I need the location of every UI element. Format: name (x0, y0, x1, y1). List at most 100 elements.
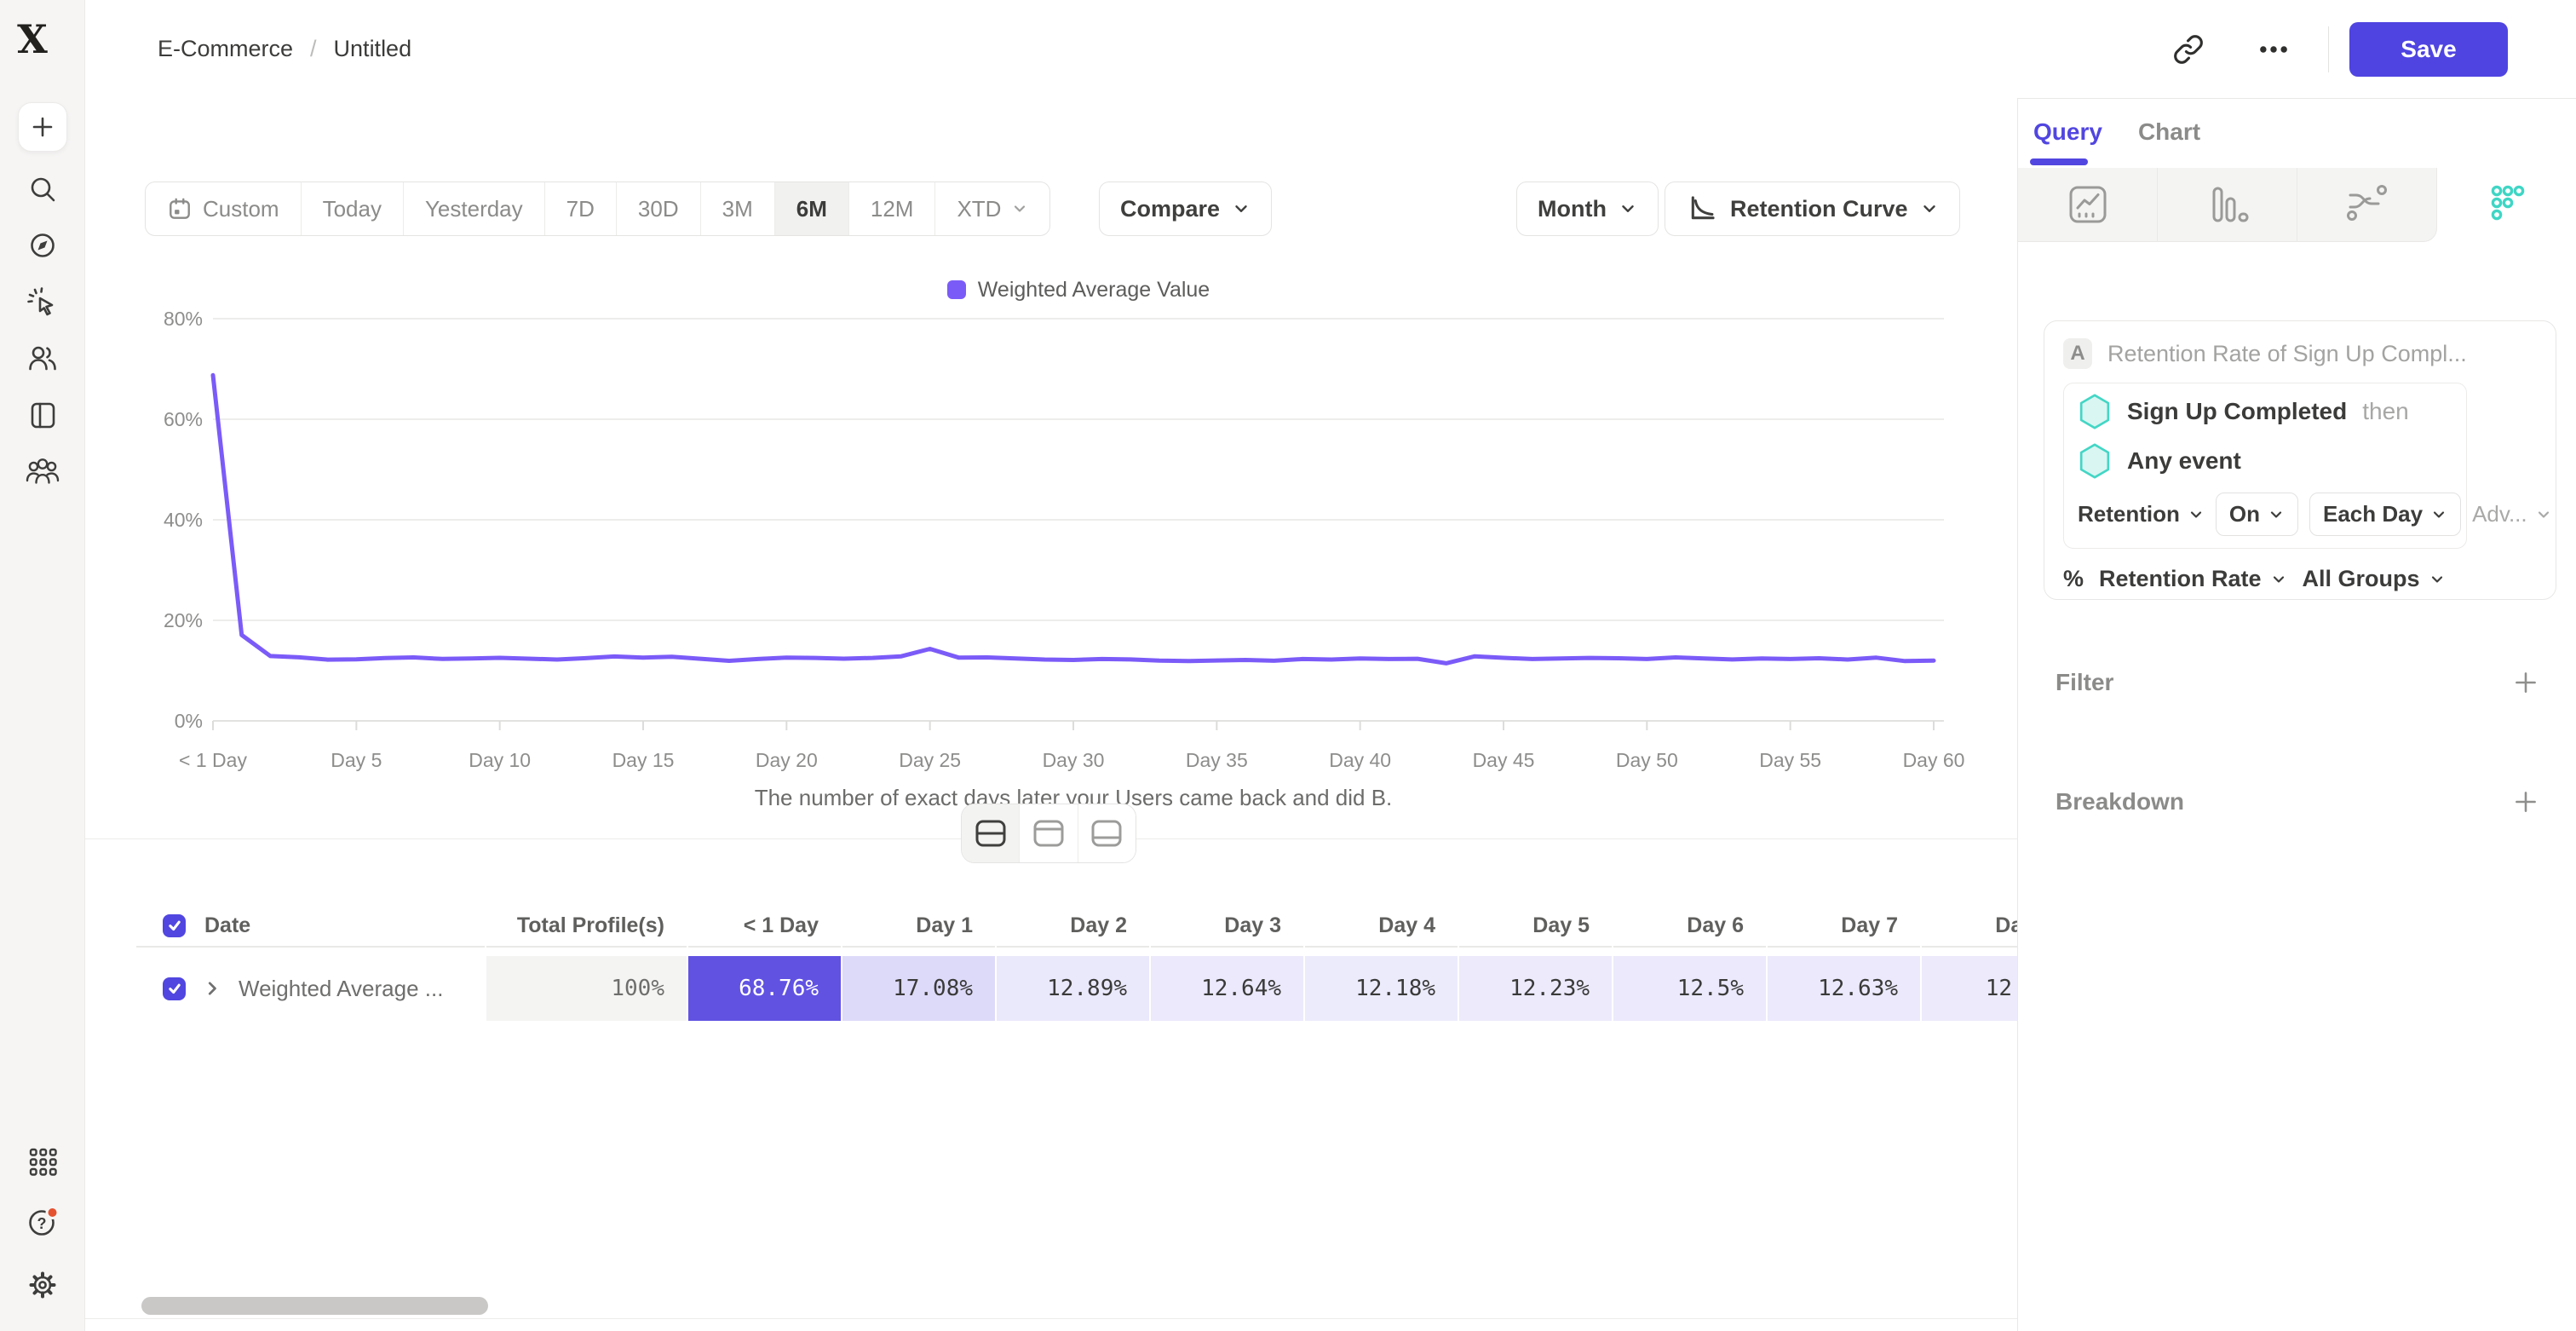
table-header-day-2[interactable]: Day 2 (997, 905, 1149, 948)
users-icon[interactable] (24, 339, 61, 377)
table-value-cell: 12.63% (1768, 956, 1920, 1021)
birth-event-row[interactable]: Sign Up Completed then (2078, 387, 2452, 436)
add-filter-button[interactable] (2511, 668, 2540, 697)
report-tab-funnels[interactable] (2158, 168, 2297, 242)
tab-chart[interactable]: Chart (2138, 118, 2200, 146)
row-checkbox[interactable] (163, 914, 186, 937)
query-title-input[interactable]: Retention Rate of Sign Up Compl... (2107, 341, 2467, 367)
horizontal-scrollbar[interactable] (141, 1297, 488, 1315)
funnels-icon (2200, 177, 2255, 232)
report-tab-retention[interactable] (2437, 168, 2576, 242)
help-icon[interactable]: ? (24, 1203, 61, 1241)
save-button[interactable]: Save (2349, 22, 2508, 77)
compare-button[interactable]: Compare (1099, 182, 1272, 236)
metric-prefix: % (2063, 566, 2084, 592)
advanced-dropdown[interactable]: Adv... (2472, 501, 2552, 527)
table-header--1-day[interactable]: < 1 Day (688, 905, 841, 948)
x-axis-tick-label: Day 30 (1043, 749, 1105, 771)
x-axis-tick-label: Day 10 (469, 749, 531, 771)
retention-type-dropdown[interactable]: Retention (2078, 501, 2205, 527)
retention-table: DateTotal Profile(s)< 1 DayDay 1Day 2Day… (136, 905, 2017, 1021)
view-toggle-chart-only[interactable] (1020, 804, 1078, 862)
table-header-total-profile-s-[interactable]: Total Profile(s) (486, 905, 687, 948)
range-button-7d[interactable]: 7D (545, 182, 617, 235)
row-expander-icon[interactable] (203, 979, 221, 998)
settings-icon[interactable] (24, 1266, 61, 1304)
tab-query[interactable]: Query (2033, 118, 2102, 146)
topbar-divider (2328, 26, 2329, 72)
y-axis-tick-label: 20% (164, 609, 203, 631)
table-value-cell: 12.89% (997, 956, 1149, 1021)
add-breakdown-button[interactable] (2511, 787, 2540, 816)
svg-text:?: ? (37, 1215, 47, 1232)
metric-dropdown[interactable]: Retention Rate (2099, 566, 2287, 592)
range-button-3m[interactable]: 3M (701, 182, 775, 235)
compass-icon[interactable] (24, 227, 61, 264)
left-sidebar: X ? (0, 0, 85, 1331)
report-tab-flows[interactable] (2297, 168, 2437, 242)
query-badge: A (2063, 338, 2092, 369)
board-icon[interactable] (24, 396, 61, 434)
table-header-day-1[interactable]: Day 1 (842, 905, 995, 948)
table-header-date[interactable]: Date (136, 905, 485, 948)
interval-dropdown[interactable]: Each Day (2309, 493, 2461, 536)
plus-button[interactable] (18, 102, 67, 152)
event-hexagon-icon (2078, 393, 2112, 430)
cohorts-icon[interactable] (24, 452, 61, 490)
main-content: CustomTodayYesterday7D30D3M6M12MXTD Comp… (85, 98, 2017, 1331)
table-header-day-4[interactable]: Day 4 (1305, 905, 1458, 948)
calendar-icon (167, 196, 193, 222)
chart-legend[interactable]: Weighted Average Value (213, 275, 1944, 304)
cursor-click-icon[interactable] (24, 284, 61, 321)
retention-line-chart: 0%20%40%60%80%< 1 DayDay 5Day 10Day 15Da… (85, 307, 2017, 827)
table-value-cell: 12.5% (1613, 956, 1766, 1021)
range-button-6m[interactable]: 6M (775, 182, 849, 235)
y-axis-tick-label: 60% (164, 408, 203, 430)
filter-section-label: Filter (2056, 669, 2113, 696)
date-range-control: CustomTodayYesterday7D30D3M6M12MXTD (145, 182, 1050, 236)
range-button-12m[interactable]: 12M (849, 182, 936, 235)
x-axis-tick-label: Day 35 (1186, 749, 1248, 771)
table-only-icon (1091, 820, 1122, 847)
table-value-cell: 68.76% (688, 956, 841, 1021)
search-icon[interactable] (24, 170, 61, 208)
return-event-row[interactable]: Any event (2078, 436, 2452, 486)
row-checkbox[interactable] (163, 977, 186, 1000)
retention-report-app: X ? E-Commerce / Untitled Sav (0, 0, 2576, 1331)
y-axis-tick-label: 0% (175, 710, 203, 732)
range-button-30d[interactable]: 30D (617, 182, 701, 235)
breadcrumb: E-Commerce / Untitled (158, 0, 411, 98)
row-label-cell[interactable]: Weighted Average ... (136, 956, 485, 1021)
topbar-actions: Save (2171, 0, 2508, 98)
table-header-day-6[interactable]: Day 6 (1613, 905, 1766, 948)
range-button-yesterday[interactable]: Yesterday (404, 182, 545, 235)
breadcrumb-project[interactable]: E-Commerce (158, 36, 293, 62)
table-header-day-8[interactable]: Day 8 (1922, 905, 2017, 948)
view-toggle-chart-and-table[interactable] (962, 804, 1020, 862)
table-header-day-7[interactable]: Day 7 (1768, 905, 1920, 948)
more-icon[interactable] (2257, 32, 2291, 66)
y-axis-tick-label: 40% (164, 509, 203, 531)
breadcrumb-report-title[interactable]: Untitled (334, 36, 412, 62)
granularity-dropdown[interactable]: Month (1516, 182, 1659, 236)
apps-icon[interactable] (24, 1143, 61, 1180)
y-axis-tick-label: 80% (164, 308, 203, 330)
table-header-row: DateTotal Profile(s)< 1 DayDay 1Day 2Day… (136, 905, 2017, 948)
table-header-day-3[interactable]: Day 3 (1151, 905, 1303, 948)
report-tab-insights[interactable] (2018, 168, 2158, 242)
range-button-custom[interactable]: Custom (146, 182, 302, 235)
mixpanel-logo-icon[interactable]: X (10, 17, 55, 61)
table-header-day-5[interactable]: Day 5 (1459, 905, 1612, 948)
retention-clause-card: Sign Up Completed then Any event Retenti… (2063, 383, 2467, 549)
range-button-today[interactable]: Today (302, 182, 404, 235)
link-icon[interactable] (2171, 32, 2205, 66)
groups-dropdown[interactable]: All Groups (2303, 566, 2446, 592)
range-button-xtd[interactable]: XTD (935, 182, 1049, 235)
chart-type-dropdown[interactable]: Retention Curve (1665, 182, 1960, 236)
retention-icon (2480, 178, 2534, 233)
breakdown-section-label: Breakdown (2056, 788, 2184, 815)
retention-on-dropdown[interactable]: On (2216, 493, 2298, 536)
view-toggle-table-only[interactable] (1078, 804, 1136, 862)
x-axis-tick-label: Day 55 (1759, 749, 1821, 771)
flows-icon (2340, 177, 2395, 232)
